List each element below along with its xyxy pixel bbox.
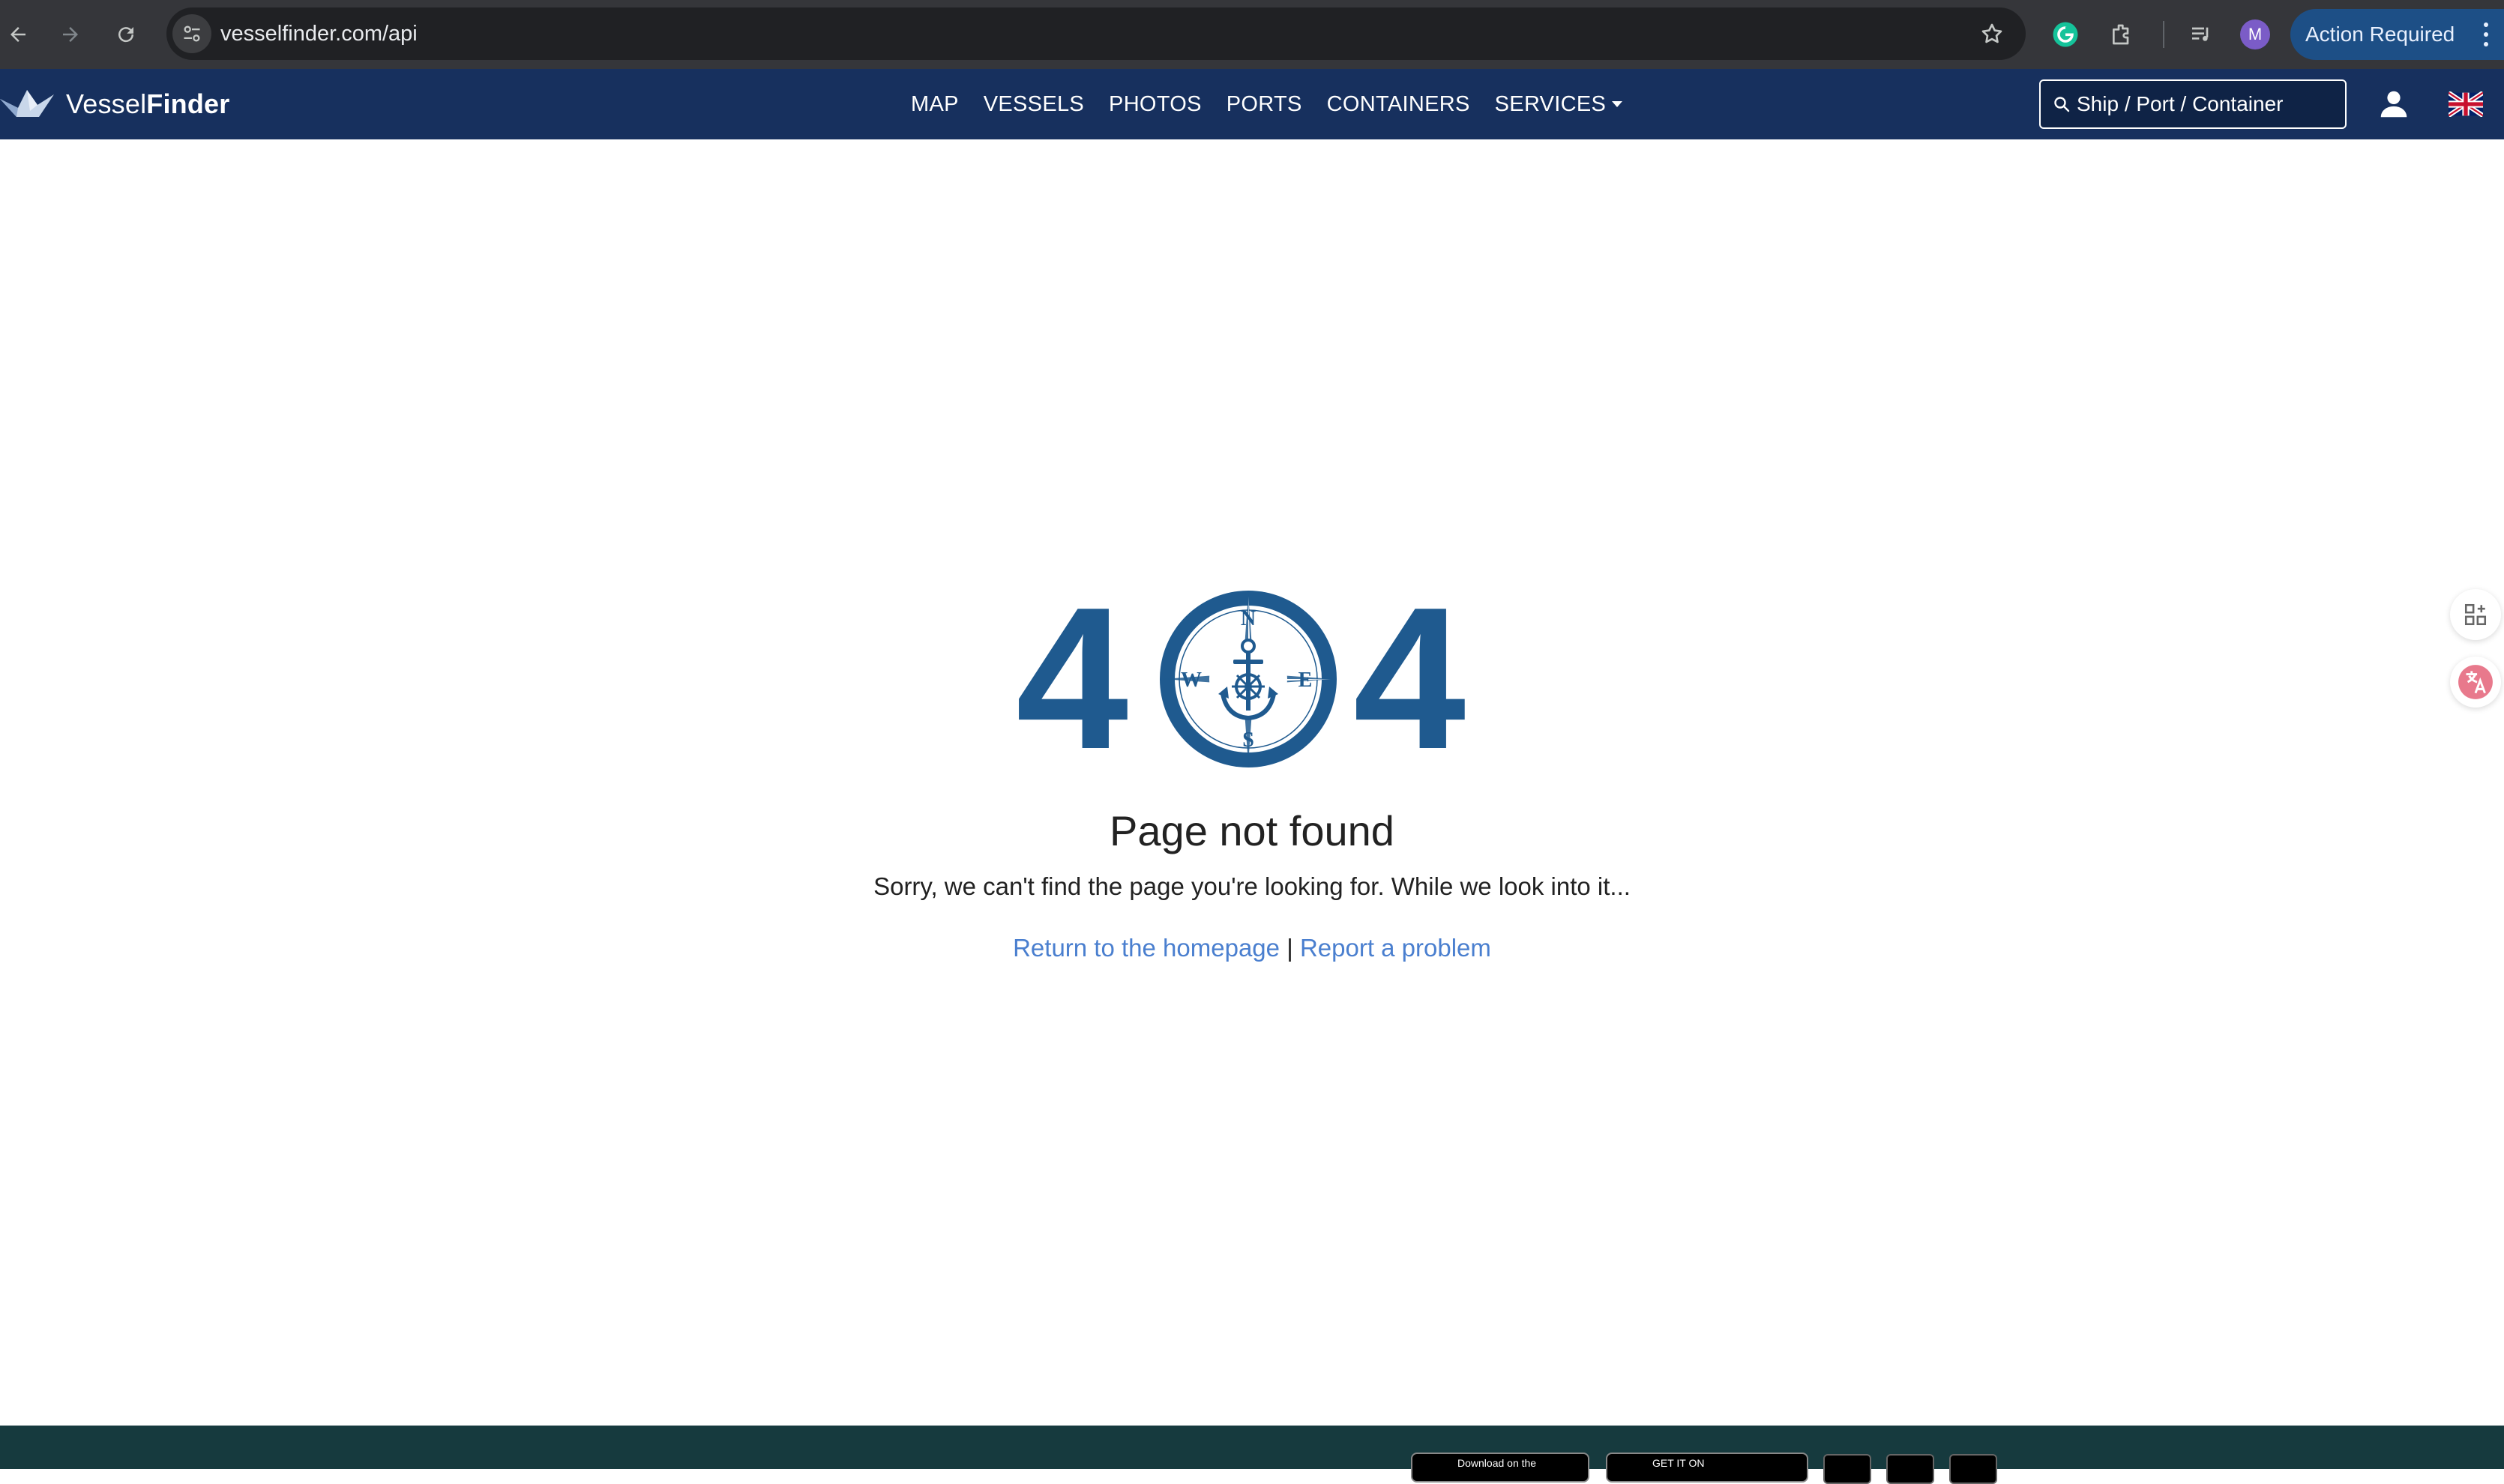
compass-s-label: S: [1242, 729, 1254, 752]
profile-avatar[interactable]: M: [2240, 19, 2270, 49]
browser-toolbar: vesselfinder.com/api M Action Required: [0, 0, 2504, 69]
reload-icon[interactable]: [108, 16, 144, 52]
search-input[interactable]: [2077, 92, 2332, 116]
forward-icon[interactable]: [52, 16, 88, 52]
user-account-icon[interactable]: [2377, 87, 2411, 121]
caret-down-icon: [1612, 101, 1623, 107]
link-separator: |: [1286, 934, 1293, 962]
google-play-label: GET IT ON: [1652, 1457, 1705, 1469]
app-store-label: Download on the: [1457, 1457, 1537, 1469]
nav-containers[interactable]: CONTAINERS: [1327, 92, 1470, 117]
grammarly-icon[interactable]: [2047, 16, 2083, 52]
error-links: Return to the homepage | Report a proble…: [0, 934, 2504, 962]
nav-map[interactable]: MAP: [911, 92, 959, 117]
back-icon[interactable]: [0, 16, 36, 52]
toolbar-divider: [2163, 21, 2164, 48]
digit-four-right: 4: [1353, 566, 1466, 791]
main-nav: MAP VESSELS PHOTOS PORTS CONTAINERS SERV…: [911, 69, 1647, 139]
bookmark-star-icon[interactable]: [1978, 19, 2006, 48]
translate-widget-button[interactable]: [2450, 657, 2501, 708]
footer-badge-1[interactable]: [1823, 1454, 1871, 1484]
action-required-button[interactable]: Action Required: [2290, 9, 2504, 60]
nav-ports[interactable]: PORTS: [1227, 92, 1302, 117]
return-homepage-link[interactable]: Return to the homepage: [1013, 934, 1280, 962]
address-bar[interactable]: vesselfinder.com/api: [166, 7, 2026, 60]
nav-services-label: SERVICES: [1494, 91, 1607, 116]
add-widget-icon: [2464, 603, 2487, 626]
nav-photos[interactable]: PHOTOS: [1109, 92, 1202, 117]
footer-badge-3[interactable]: [1949, 1454, 1997, 1484]
main-content: 4 N S E W 4 Page not found Sorry, we can…: [0, 139, 2504, 1426]
search-icon: [2051, 94, 2072, 115]
nav-vessels[interactable]: VESSELS: [984, 92, 1084, 117]
compass-n-label: N: [1241, 607, 1256, 630]
extensions-icon[interactable]: [2104, 16, 2140, 52]
footer-badge-2[interactable]: [1886, 1454, 1934, 1484]
google-play-badge[interactable]: GET IT ON: [1606, 1453, 1808, 1483]
translate-icon: [2458, 665, 2493, 699]
compass-e-label: E: [1298, 669, 1313, 692]
logo-text: VesselFinder: [66, 88, 230, 119]
vesselfinder-logo[interactable]: VesselFinder: [0, 82, 230, 126]
reading-list-icon[interactable]: [2183, 16, 2219, 52]
page-title: Page not found: [1110, 807, 1394, 854]
kebab-menu-icon[interactable]: [2483, 22, 2489, 46]
site-search[interactable]: [2039, 79, 2347, 129]
apps-widget-button[interactable]: [2450, 589, 2501, 640]
app-store-badge[interactable]: Download on the: [1411, 1453, 1589, 1483]
error-404-graphic: 4 N S E W 4: [1016, 566, 1473, 791]
compass-w-label: W: [1181, 669, 1202, 692]
action-required-label: Action Required: [2305, 22, 2455, 46]
site-footer: Download on the GET IT ON: [0, 1426, 2504, 1484]
url-text[interactable]: vesselfinder.com/api: [220, 7, 418, 60]
uk-flag-icon[interactable]: [2449, 91, 2483, 117]
site-info-icon[interactable]: [172, 14, 211, 53]
digit-four-left: 4: [1016, 566, 1129, 791]
compass-anchor-icon: N S E W: [1160, 591, 1337, 767]
error-description: Sorry, we can't find the page you're loo…: [873, 872, 1631, 900]
paper-boat-icon: [0, 90, 54, 117]
nav-services[interactable]: SERVICES: [1495, 92, 1623, 117]
report-problem-link[interactable]: Report a problem: [1300, 934, 1491, 962]
site-header: VesselFinder MAP VESSELS PHOTOS PORTS CO…: [0, 69, 2504, 139]
